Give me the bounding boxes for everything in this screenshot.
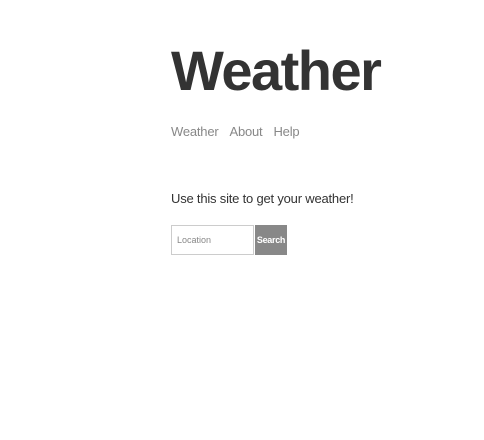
location-input[interactable] (171, 225, 254, 255)
search-button[interactable]: Search (255, 225, 287, 255)
nav-link-weather[interactable]: Weather (171, 124, 219, 140)
search-form: Search (171, 225, 287, 255)
nav-link-about[interactable]: About (230, 124, 263, 140)
main-nav: Weather About Help (171, 124, 300, 140)
page-title: Weather (171, 39, 382, 102)
nav-link-help[interactable]: Help (273, 124, 299, 140)
intro-text: Use this site to get your weather! (171, 191, 354, 206)
